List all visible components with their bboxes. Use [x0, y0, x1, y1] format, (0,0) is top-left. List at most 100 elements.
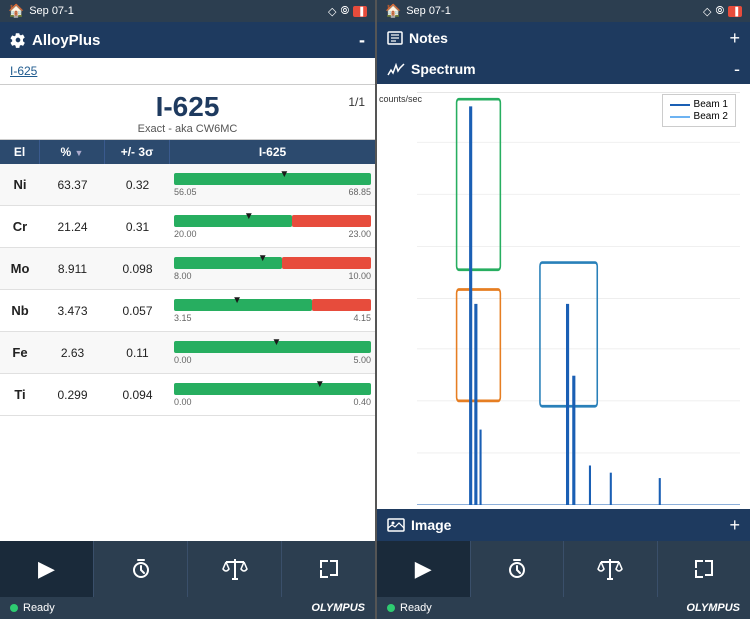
legend-beam1-line: [670, 104, 690, 106]
home-icon: 🏠: [8, 3, 24, 19]
ready-dot: [10, 604, 18, 612]
table-header: El % ▼ +/- 3σ I-625: [0, 140, 375, 164]
left-status-bar: 🏠 Sep 07-1 ◇ ⦾ ▐: [0, 0, 375, 22]
table-row: Cr 21.24 0.31 ▼ 20.0023.00: [0, 206, 375, 248]
left-header-bar: AlloyPlus -: [0, 22, 375, 58]
r-status-date: Sep 07-1: [406, 5, 451, 17]
legend-beam2-line: [670, 116, 690, 118]
notes-add-button[interactable]: +: [729, 28, 740, 49]
status-left: 🏠 Sep 07-1: [8, 3, 74, 19]
r-timer-icon: [505, 557, 529, 581]
left-panel: 🏠 Sep 07-1 ◇ ⦾ ▐ AlloyPlus - I-625 I-625…: [0, 0, 375, 619]
r-olympus-brand: OLYMPUS: [686, 602, 740, 614]
r-timer-button[interactable]: [471, 541, 565, 597]
r-balance-button[interactable]: [564, 541, 658, 597]
cell-pct-mo: 8.911: [40, 259, 105, 279]
r-status-icons: ◇ ⦾ ▐: [703, 5, 742, 18]
battery-icon: ▐: [353, 6, 367, 17]
cell-pct-nb: 3.473: [40, 301, 105, 321]
table-row: Ni 63.37 0.32 ▼ 56.0568.85: [0, 164, 375, 206]
wifi-icon: ⦾: [341, 5, 350, 18]
right-status-bar: 🏠 Sep 07-1 ◇ ⦾ ▐: [377, 0, 750, 22]
spectrum-icon: [387, 62, 405, 76]
cell-el-fe: Fe: [0, 342, 40, 363]
col-pct: % ▼: [40, 140, 105, 164]
col-el: El: [0, 140, 40, 164]
cell-el-cr: Cr: [0, 216, 40, 237]
collapse-button[interactable]: -: [359, 30, 365, 51]
r-ready-indicator: Ready: [387, 602, 432, 614]
timer-icon: [129, 557, 153, 581]
right-footer: Ready OLYMPUS: [377, 597, 750, 619]
olympus-brand: OLYMPUS: [311, 602, 365, 614]
cell-sigma-ni: 0.32: [105, 175, 170, 195]
timer-button[interactable]: [94, 541, 188, 597]
table-row: Mo 8.911 0.098 ▼ 8.0010.00: [0, 248, 375, 290]
cell-sigma-fe: 0.11: [105, 343, 170, 363]
spectrum-chart: 0 1000 2000 3000 4000 5000 6000 7000 800…: [417, 92, 740, 505]
breadcrumb-link[interactable]: I-625: [10, 64, 37, 78]
spectrum-section: Spectrum - counts/sec 0 1000 2000: [377, 54, 750, 509]
nav-icon: ◇: [328, 5, 336, 18]
gear-icon: [10, 32, 26, 48]
table-row: Fe 2.63 0.11 ▼ 0.005.00: [0, 332, 375, 374]
gauge-ti: ▼ 0.000.40: [170, 381, 375, 409]
right-toolbar: ▶: [377, 541, 750, 597]
r-expand-icon: [692, 557, 716, 581]
r-expand-button[interactable]: [658, 541, 750, 597]
cell-pct-ni: 63.37: [40, 175, 105, 195]
chart-container: counts/sec 0 1000 2000 3000 4000 5000: [377, 84, 750, 509]
cell-pct-cr: 21.24: [40, 217, 105, 237]
r-home-icon: 🏠: [385, 3, 401, 19]
data-table: El % ▼ +/- 3σ I-625 Ni 63.37 0.32 ▼ 56.0…: [0, 140, 375, 541]
expand-button[interactable]: [282, 541, 375, 597]
r-nav-icon: ◇: [703, 5, 711, 18]
spectrum-title: Spectrum: [387, 61, 476, 77]
cell-pct-fe: 2.63: [40, 343, 105, 363]
balance-button[interactable]: [188, 541, 282, 597]
r-ready-text: Ready: [400, 602, 432, 614]
r-battery-icon: ▐: [728, 6, 742, 17]
image-icon: [387, 518, 405, 532]
app-title: AlloyPlus: [10, 32, 100, 49]
alloy-name: I-625: [10, 91, 365, 123]
gauge-fe: ▼ 0.005.00: [170, 339, 375, 367]
expand-icon: [317, 557, 341, 581]
y-axis-label: counts/sec: [379, 94, 422, 104]
cell-sigma-mo: 0.098: [105, 259, 170, 279]
legend-beam1-label: Beam 1: [694, 99, 728, 110]
left-footer: Ready OLYMPUS: [0, 597, 375, 619]
gauge-nb: ▼ 3.154.15: [170, 297, 375, 325]
r-balance-icon: [597, 557, 623, 581]
cell-sigma-cr: 0.31: [105, 217, 170, 237]
r-play-button[interactable]: ▶: [377, 541, 471, 597]
cell-pct-ti: 0.299: [40, 385, 105, 405]
right-panel: 🏠 Sep 07-1 ◇ ⦾ ▐ Notes +: [375, 0, 750, 619]
legend-beam2: Beam 2: [670, 111, 728, 122]
alloy-count: 1/1: [348, 95, 365, 109]
cell-el-ti: Ti: [0, 384, 40, 405]
legend-beam2-label: Beam 2: [694, 111, 728, 122]
notes-title: Notes: [387, 30, 448, 46]
cell-sigma-ti: 0.094: [105, 385, 170, 405]
gauge-ni: ▼ 56.0568.85: [170, 171, 375, 199]
table-row: Nb 3.473 0.057 ▼ 3.154.15: [0, 290, 375, 332]
cell-sigma-nb: 0.057: [105, 301, 170, 321]
col-alloy: I-625: [170, 140, 375, 164]
image-add-button[interactable]: +: [729, 515, 740, 536]
alloy-header: I-625 Exact - aka CW6MC 1/1: [0, 85, 375, 140]
table-row: Ti 0.299 0.094 ▼ 0.000.40: [0, 374, 375, 416]
notes-icon: [387, 31, 403, 45]
spectrum-header: Spectrum -: [377, 54, 750, 84]
status-icons: ◇ ⦾ ▐: [328, 5, 367, 18]
chart-legend: Beam 1 Beam 2: [662, 94, 736, 127]
image-title: Image: [387, 517, 451, 533]
gauge-mo: ▼ 8.0010.00: [170, 255, 375, 283]
spectrum-collapse-button[interactable]: -: [734, 59, 740, 80]
cell-el-mo: Mo: [0, 258, 40, 279]
play-button[interactable]: ▶: [0, 541, 94, 597]
breadcrumb: I-625: [0, 58, 375, 85]
gauge-cr: ▼ 20.0023.00: [170, 213, 375, 241]
r-wifi-icon: ⦾: [716, 5, 725, 18]
ready-text: Ready: [23, 602, 55, 614]
